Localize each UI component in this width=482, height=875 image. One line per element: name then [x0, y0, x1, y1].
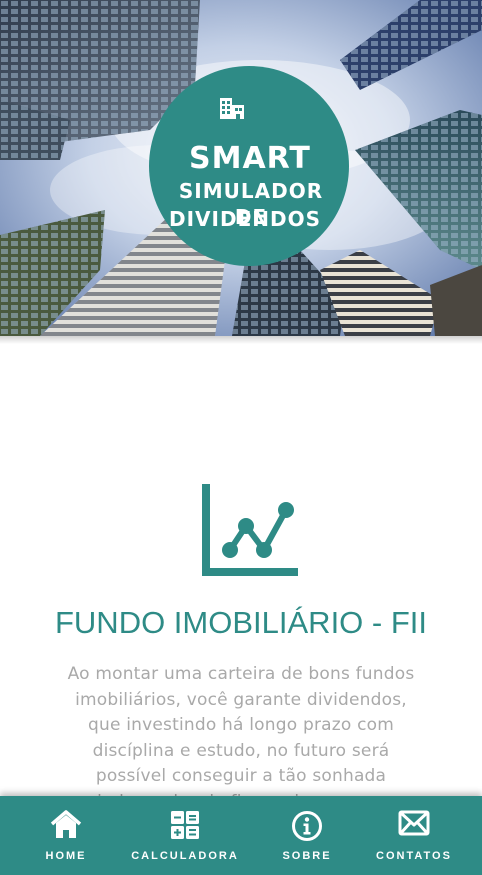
building-icon	[220, 98, 244, 119]
line-chart-icon	[202, 484, 298, 576]
nav-home[interactable]: HOME	[16, 796, 116, 875]
bottom-navigation: HOME CALCULADORA SOBRE CONTATOS	[0, 796, 482, 875]
nav-home-label: HOME	[45, 850, 87, 862]
nav-contatos[interactable]: CONTATOS	[368, 796, 460, 875]
logo-badge: SMART SIMULADOR DE DIVIDENDOS	[149, 66, 349, 266]
nav-sobre-label: SOBRE	[282, 850, 332, 862]
nav-sobre[interactable]: SOBRE	[262, 796, 352, 875]
info-icon	[292, 811, 322, 841]
nav-calculadora-label: CALCULADORA	[131, 850, 239, 862]
brand-subtitle-line2: DIVIDENDOS	[169, 207, 321, 231]
hero-banner: SMART SIMULADOR DE DIVIDENDOS	[0, 0, 482, 336]
home-icon	[50, 810, 82, 838]
nav-calculadora[interactable]: CALCULADORA	[128, 796, 242, 875]
envelope-icon	[398, 810, 430, 836]
section-title: FUNDO IMOBILIÁRIO - FII	[54, 605, 427, 640]
brand-name: SMART	[189, 141, 311, 176]
calculator-icon	[171, 811, 199, 839]
hero-shadow	[0, 336, 482, 344]
nav-contatos-label: CONTATOS	[376, 850, 452, 862]
